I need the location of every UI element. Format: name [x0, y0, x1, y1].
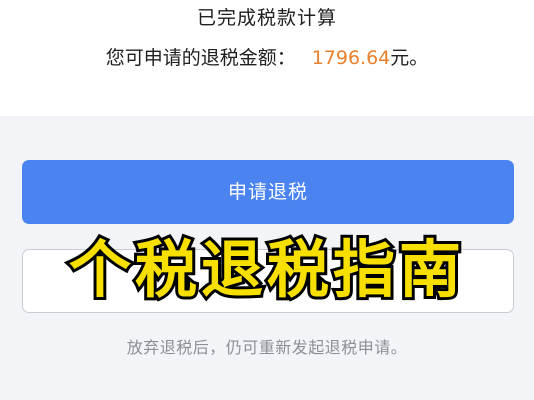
tax-result-panel: 已完成税款计算 您可申请的退税金额： 1796.64元。 — [0, 0, 534, 116]
guide-caption-overlay: 个税退税指南 — [66, 230, 465, 309]
refund-amount-line: 您可申请的退税金额： 1796.64元。 — [0, 44, 534, 72]
abandon-hint-text: 放弃退税后，仍可重新发起退税申请。 — [126, 338, 408, 357]
result-title: 已完成税款计算 — [196, 7, 337, 29]
refund-amount-value: 1796.64 — [311, 47, 391, 69]
refund-amount-unit: 元。 — [390, 47, 429, 69]
refund-amount-label: 您可申请的退税金额： — [105, 47, 296, 69]
apply-refund-button[interactable]: 申请退税 — [22, 160, 514, 224]
